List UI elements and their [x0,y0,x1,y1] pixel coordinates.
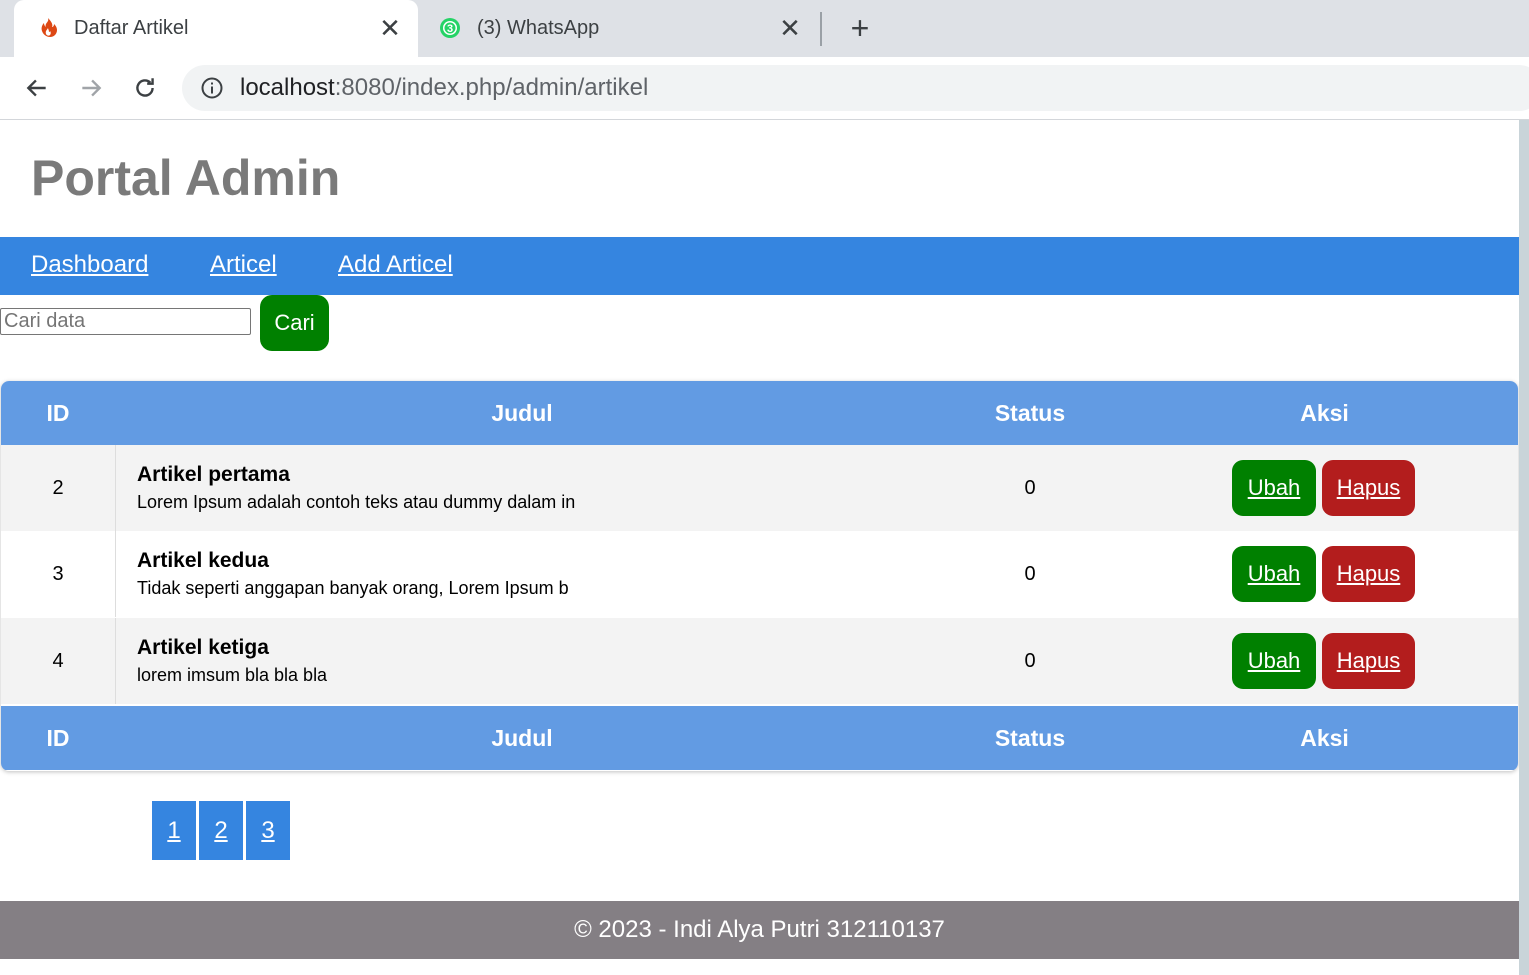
row-title: Artikel pertama [137,463,290,486]
delete-button[interactable]: Hapus [1322,460,1415,516]
close-tab-icon[interactable]: ✕ [378,14,402,42]
tab-separator [820,12,822,46]
footer-aksi: Aksi [1300,725,1349,751]
table-header: ID Judul Status Aksi [1,381,1518,445]
url-text: localhost:8080/index.php/admin/artikel [240,75,648,101]
row-status: 0 [1024,477,1036,499]
delete-button[interactable]: Hapus [1322,546,1415,602]
close-tab-icon[interactable]: ✕ [778,14,802,42]
row-excerpt: lorem imsum bla bla bla [137,665,328,685]
page-link-1[interactable]: 1 [152,801,196,860]
nav-link-add-articel[interactable]: Add Articel [338,251,453,279]
url-host: localhost [240,74,335,101]
reload-icon[interactable] [128,71,162,105]
tab-title: Daftar Artikel [74,17,189,39]
row-excerpt: Lorem Ipsum adalah contoh teks atau dumm… [137,492,576,512]
row-excerpt: Tidak seperti anggapan banyak orang, Lor… [137,578,569,598]
table-row: 3 Artikel kedua Tidak seperti anggapan b… [1,531,1518,617]
header-aksi: Aksi [1300,400,1349,426]
tab-whatsapp[interactable]: 3 (3) WhatsApp ✕ [420,0,818,57]
row-title: Artikel kedua [137,549,269,572]
page-footer: © 2023 - Indi Alya Putri 312110137 [0,901,1519,959]
delete-button[interactable]: Hapus [1322,633,1415,689]
svg-text:3: 3 [447,23,453,35]
site-title: Portal Admin [31,150,341,206]
search-input[interactable] [0,308,251,335]
address-bar[interactable]: localhost:8080/index.php/admin/artikel [182,65,1529,111]
header-id: ID [46,400,70,426]
footer-status: Status [994,725,1066,751]
edit-button[interactable]: Ubah [1232,633,1316,689]
header-judul: Judul [491,400,553,426]
footer-id: ID [46,725,70,751]
whatsapp-icon: 3 [440,18,460,38]
window-edge [1519,120,1529,975]
row-id: 3 [1,531,116,617]
row-id: 2 [1,445,116,531]
tab-daftar-artikel[interactable]: Daftar Artikel ✕ [14,0,418,57]
browser-tab-strip: Daftar Artikel ✕ 3 (3) WhatsApp ✕ + [0,0,1529,57]
forward-arrow-icon[interactable] [74,71,108,105]
row-status: 0 [1024,563,1036,585]
footer-judul: Judul [491,725,553,751]
tab-title: (3) WhatsApp [477,17,600,39]
table-row: 4 Artikel ketiga lorem imsum bla bla bla… [1,618,1518,704]
edit-button[interactable]: Ubah [1232,460,1316,516]
codeigniter-flame-icon [41,18,57,37]
search-button[interactable]: Cari [260,295,329,351]
nav-bar: Dashboard Articel Add Articel [0,237,1519,295]
articles-table: ID Judul Status Aksi 2 Artikel pertama L… [1,381,1518,771]
new-tab-icon[interactable]: + [844,12,876,44]
nav-link-articel[interactable]: Articel [210,251,277,279]
url-path: :8080/index.php/admin/artikel [334,74,649,101]
header-status: Status [994,400,1066,426]
browser-toolbar: localhost:8080/index.php/admin/artikel [0,57,1529,120]
page-link-3[interactable]: 3 [246,801,290,860]
back-arrow-icon[interactable] [20,71,54,105]
site-info-icon[interactable] [200,76,224,100]
table-footer: ID Judul Status Aksi [1,706,1518,770]
table-row: 2 Artikel pertama Lorem Ipsum adalah con… [1,445,1518,531]
row-status: 0 [1024,650,1036,672]
nav-link-dashboard[interactable]: Dashboard [31,251,148,279]
page-link-2[interactable]: 2 [199,801,243,860]
edit-button[interactable]: Ubah [1232,546,1316,602]
row-id: 4 [1,618,116,704]
row-title: Artikel ketiga [137,636,269,659]
page-content: Portal Admin Dashboard Articel Add Artic… [0,120,1519,975]
